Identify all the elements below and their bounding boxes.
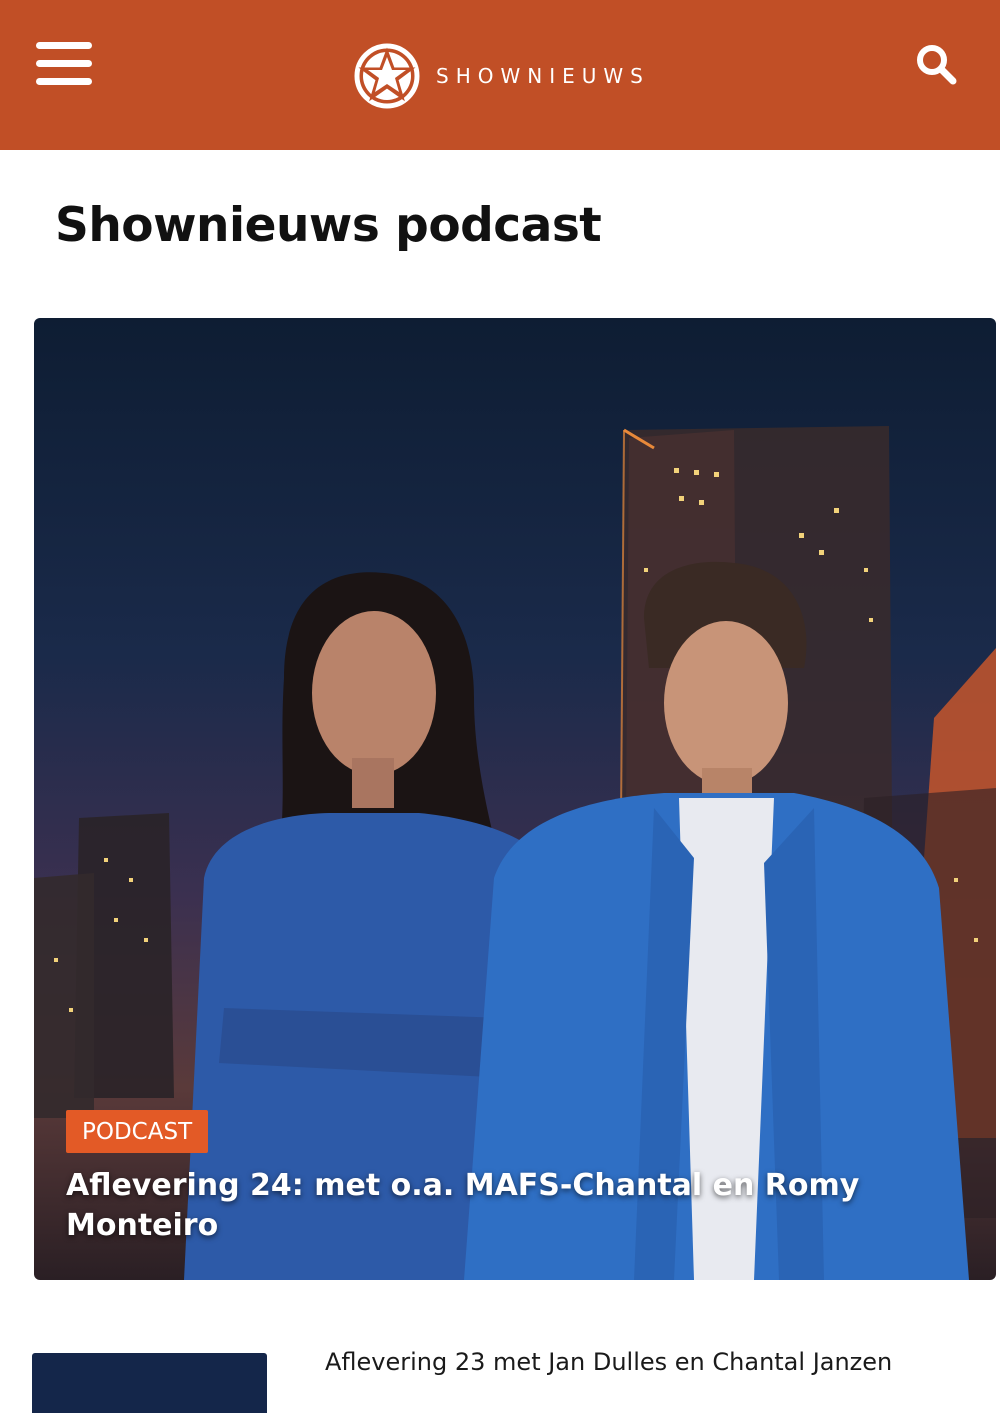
brand-name: SHOWNIEUWS <box>436 64 650 88</box>
episode-title[interactable]: Aflevering 23 met Jan Dulles en Chantal … <box>325 1348 892 1376</box>
hero-episode-title[interactable]: Aflevering 24: met o.a. MAFS-Chantal en … <box>66 1166 926 1246</box>
star-logo-icon <box>354 43 420 109</box>
hamburger-menu-icon[interactable] <box>36 42 92 86</box>
site-logo[interactable]: SHOWNIEUWS <box>354 42 650 110</box>
episode-thumbnail <box>32 1353 267 1413</box>
featured-podcast-card[interactable]: PODCAST Aflevering 24: met o.a. MAFS-Cha… <box>34 318 996 1280</box>
podcast-badge: PODCAST <box>66 1110 209 1153</box>
search-icon[interactable] <box>914 42 960 88</box>
top-navigation-bar: SHOWNIEUWS <box>0 0 1000 150</box>
list-item[interactable]: Aflevering 23 met Jan Dulles en Chantal … <box>32 1340 1000 1413</box>
page-title: Shownieuws podcast <box>55 198 602 253</box>
